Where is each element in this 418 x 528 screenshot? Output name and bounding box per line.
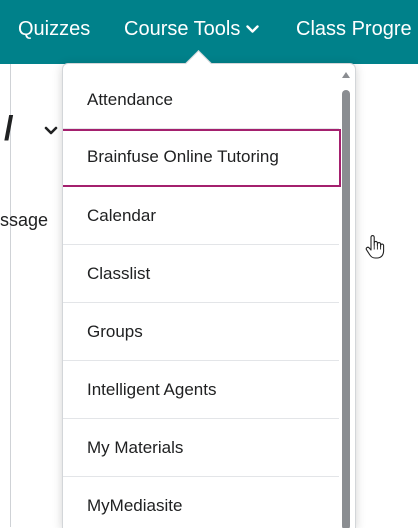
hand-pointer-icon bbox=[365, 235, 385, 259]
background-message-fragment: ssage bbox=[0, 210, 49, 230]
menu-item-classlist[interactable]: Classlist bbox=[63, 245, 339, 303]
scroll-thumb[interactable] bbox=[342, 90, 350, 528]
nav-item-quizzes[interactable]: Quizzes bbox=[18, 16, 90, 42]
top-navbar: Quizzes Course Tools Class Progre bbox=[0, 0, 418, 64]
menu-item-my-materials[interactable]: My Materials bbox=[63, 419, 339, 477]
menu-item-intelligent-agents[interactable]: Intelligent Agents bbox=[63, 361, 339, 419]
menu-list: Attendance Brainfuse Online Tutoring Cal… bbox=[63, 71, 341, 528]
scroll-up-arrow-icon[interactable] bbox=[342, 72, 350, 78]
menu-item-mymediasite[interactable]: MyMediasite bbox=[63, 477, 339, 528]
nav-item-course-tools-label: Course Tools bbox=[124, 18, 241, 40]
course-tools-dropdown-menu: Attendance Brainfuse Online Tutoring Cal… bbox=[62, 63, 356, 528]
background-chevron-down-icon bbox=[44, 126, 58, 135]
menu-item-calendar[interactable]: Calendar bbox=[63, 187, 339, 245]
background-title-fragment: / bbox=[4, 110, 14, 148]
nav-item-class-progress[interactable]: Class Progre bbox=[296, 16, 412, 42]
menu-item-brainfuse-online-tutoring[interactable]: Brainfuse Online Tutoring bbox=[63, 129, 341, 187]
menu-item-attendance[interactable]: Attendance bbox=[63, 71, 339, 129]
nav-item-course-tools[interactable]: Course Tools bbox=[124, 16, 260, 42]
chevron-down-icon bbox=[246, 25, 260, 33]
menu-item-groups[interactable]: Groups bbox=[63, 303, 339, 361]
menu-scrollbar[interactable] bbox=[341, 70, 351, 528]
